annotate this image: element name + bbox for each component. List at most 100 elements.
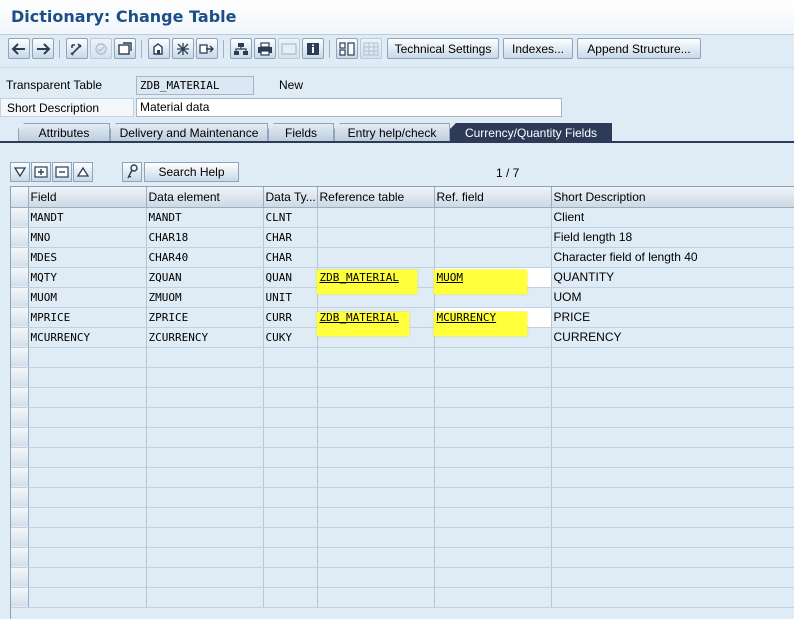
empty-cell[interactable] <box>434 547 552 568</box>
empty-cell[interactable] <box>551 447 794 468</box>
empty-cell[interactable] <box>28 367 147 388</box>
row-selector[interactable] <box>11 267 29 288</box>
row-selector[interactable] <box>11 547 29 568</box>
row-selector[interactable] <box>11 287 29 308</box>
row-selector[interactable] <box>11 567 29 588</box>
empty-cell[interactable] <box>146 387 264 408</box>
row-selector[interactable] <box>11 207 29 228</box>
grid-button[interactable] <box>360 38 382 59</box>
navigate-button[interactable] <box>196 38 218 59</box>
row-selector[interactable] <box>11 247 29 268</box>
tab-delivery-and-maintenance[interactable]: Delivery and Maintenance <box>110 123 268 142</box>
tab-currency-quantity-fields[interactable]: Currency/Quantity Fields <box>450 123 612 142</box>
filter-button[interactable] <box>10 162 30 182</box>
empty-cell[interactable] <box>317 527 435 548</box>
empty-cell[interactable] <box>263 387 318 408</box>
empty-cell[interactable] <box>434 407 552 428</box>
row-selector[interactable] <box>11 307 29 328</box>
empty-cell[interactable] <box>434 527 552 548</box>
empty-cell[interactable] <box>317 347 435 368</box>
empty-cell[interactable] <box>317 427 435 448</box>
empty-cell[interactable] <box>434 347 552 368</box>
row-selector[interactable] <box>11 507 29 528</box>
info-button[interactable] <box>302 38 324 59</box>
empty-cell[interactable] <box>263 347 318 368</box>
empty-cell[interactable] <box>263 367 318 388</box>
empty-cell[interactable] <box>146 367 264 388</box>
empty-cell[interactable] <box>146 527 264 548</box>
empty-cell[interactable] <box>263 567 318 588</box>
empty-cell[interactable] <box>263 487 318 508</box>
column-header-reference-table[interactable]: Reference table <box>317 187 435 208</box>
empty-cell[interactable] <box>434 587 552 608</box>
insert-row-button[interactable] <box>31 162 51 182</box>
empty-cell[interactable] <box>146 547 264 568</box>
empty-cell[interactable] <box>434 367 552 388</box>
empty-cell[interactable] <box>434 487 552 508</box>
empty-cell[interactable] <box>551 567 794 588</box>
row-selector[interactable] <box>11 367 29 388</box>
forward-button[interactable] <box>32 38 54 59</box>
empty-cell[interactable] <box>146 567 264 588</box>
empty-cell[interactable] <box>317 587 435 608</box>
empty-cell[interactable] <box>263 467 318 488</box>
reference-table-cell[interactable] <box>317 227 435 248</box>
search-help-button[interactable]: Search Help <box>144 162 239 182</box>
empty-cell[interactable] <box>551 587 794 608</box>
empty-cell[interactable] <box>551 527 794 548</box>
empty-cell[interactable] <box>317 387 435 408</box>
sort-button[interactable] <box>73 162 93 182</box>
empty-cell[interactable] <box>317 507 435 528</box>
empty-cell[interactable] <box>551 407 794 428</box>
technical-settings-button[interactable]: Technical Settings <box>387 38 499 59</box>
ref-field-cell[interactable] <box>434 207 552 228</box>
empty-cell[interactable] <box>28 387 147 408</box>
short-description-input[interactable]: Material data <box>136 98 562 117</box>
column-header-field[interactable]: Field <box>28 187 147 208</box>
empty-cell[interactable] <box>28 487 147 508</box>
append-structure-button[interactable]: Append Structure... <box>577 38 701 59</box>
check-button[interactable] <box>90 38 112 59</box>
empty-cell[interactable] <box>434 507 552 528</box>
empty-cell[interactable] <box>317 567 435 588</box>
empty-cell[interactable] <box>28 547 147 568</box>
row-selector[interactable] <box>11 487 29 508</box>
empty-cell[interactable] <box>551 507 794 528</box>
tab-entry-help-check[interactable]: Entry help/check <box>334 123 450 142</box>
select-all-cell[interactable] <box>11 187 29 208</box>
empty-cell[interactable] <box>434 567 552 588</box>
layout-button[interactable] <box>278 38 300 59</box>
empty-cell[interactable] <box>28 567 147 588</box>
tab-attributes[interactable]: Attributes <box>18 123 110 142</box>
empty-cell[interactable] <box>28 527 147 548</box>
empty-cell[interactable] <box>28 507 147 528</box>
empty-cell[interactable] <box>146 407 264 428</box>
row-selector[interactable] <box>11 527 29 548</box>
row-selector[interactable] <box>11 467 29 488</box>
empty-cell[interactable] <box>551 347 794 368</box>
ref-field-link[interactable]: MUOM <box>437 271 464 284</box>
reference-table-cell[interactable] <box>317 207 435 228</box>
empty-cell[interactable] <box>263 427 318 448</box>
table-layout-button[interactable] <box>336 38 358 59</box>
empty-cell[interactable] <box>28 587 147 608</box>
empty-cell[interactable] <box>434 467 552 488</box>
empty-cell[interactable] <box>263 547 318 568</box>
empty-cell[interactable] <box>263 407 318 428</box>
other-object-button[interactable] <box>148 38 170 59</box>
delete-row-button[interactable] <box>52 162 72 182</box>
empty-cell[interactable] <box>28 347 147 368</box>
empty-cell[interactable] <box>434 447 552 468</box>
empty-cell[interactable] <box>146 427 264 448</box>
tab-fields[interactable]: Fields <box>268 123 334 142</box>
reference-table-cell[interactable] <box>317 247 435 268</box>
back-button[interactable] <box>8 38 30 59</box>
empty-cell[interactable] <box>317 367 435 388</box>
indexes-button[interactable]: Indexes... <box>503 38 573 59</box>
row-selector[interactable] <box>11 427 29 448</box>
where-used-button[interactable] <box>172 38 194 59</box>
empty-cell[interactable] <box>551 487 794 508</box>
empty-cell[interactable] <box>434 387 552 408</box>
empty-cell[interactable] <box>28 447 147 468</box>
empty-cell[interactable] <box>551 427 794 448</box>
